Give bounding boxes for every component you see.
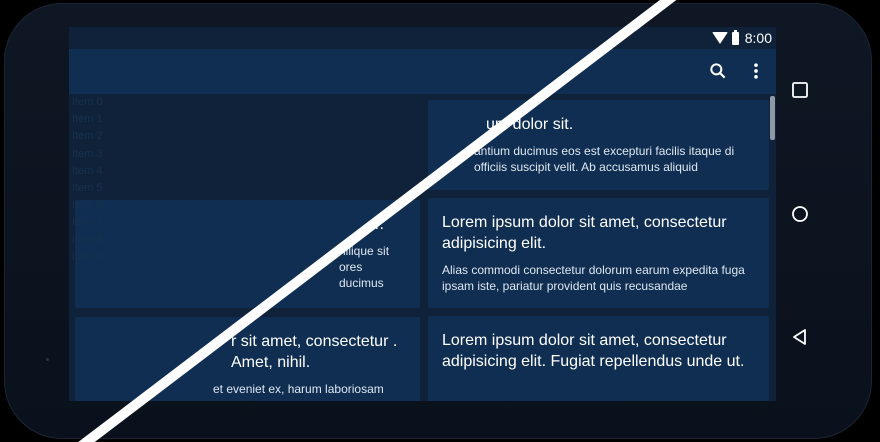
diagonal-divider-line: [78, 0, 677, 442]
